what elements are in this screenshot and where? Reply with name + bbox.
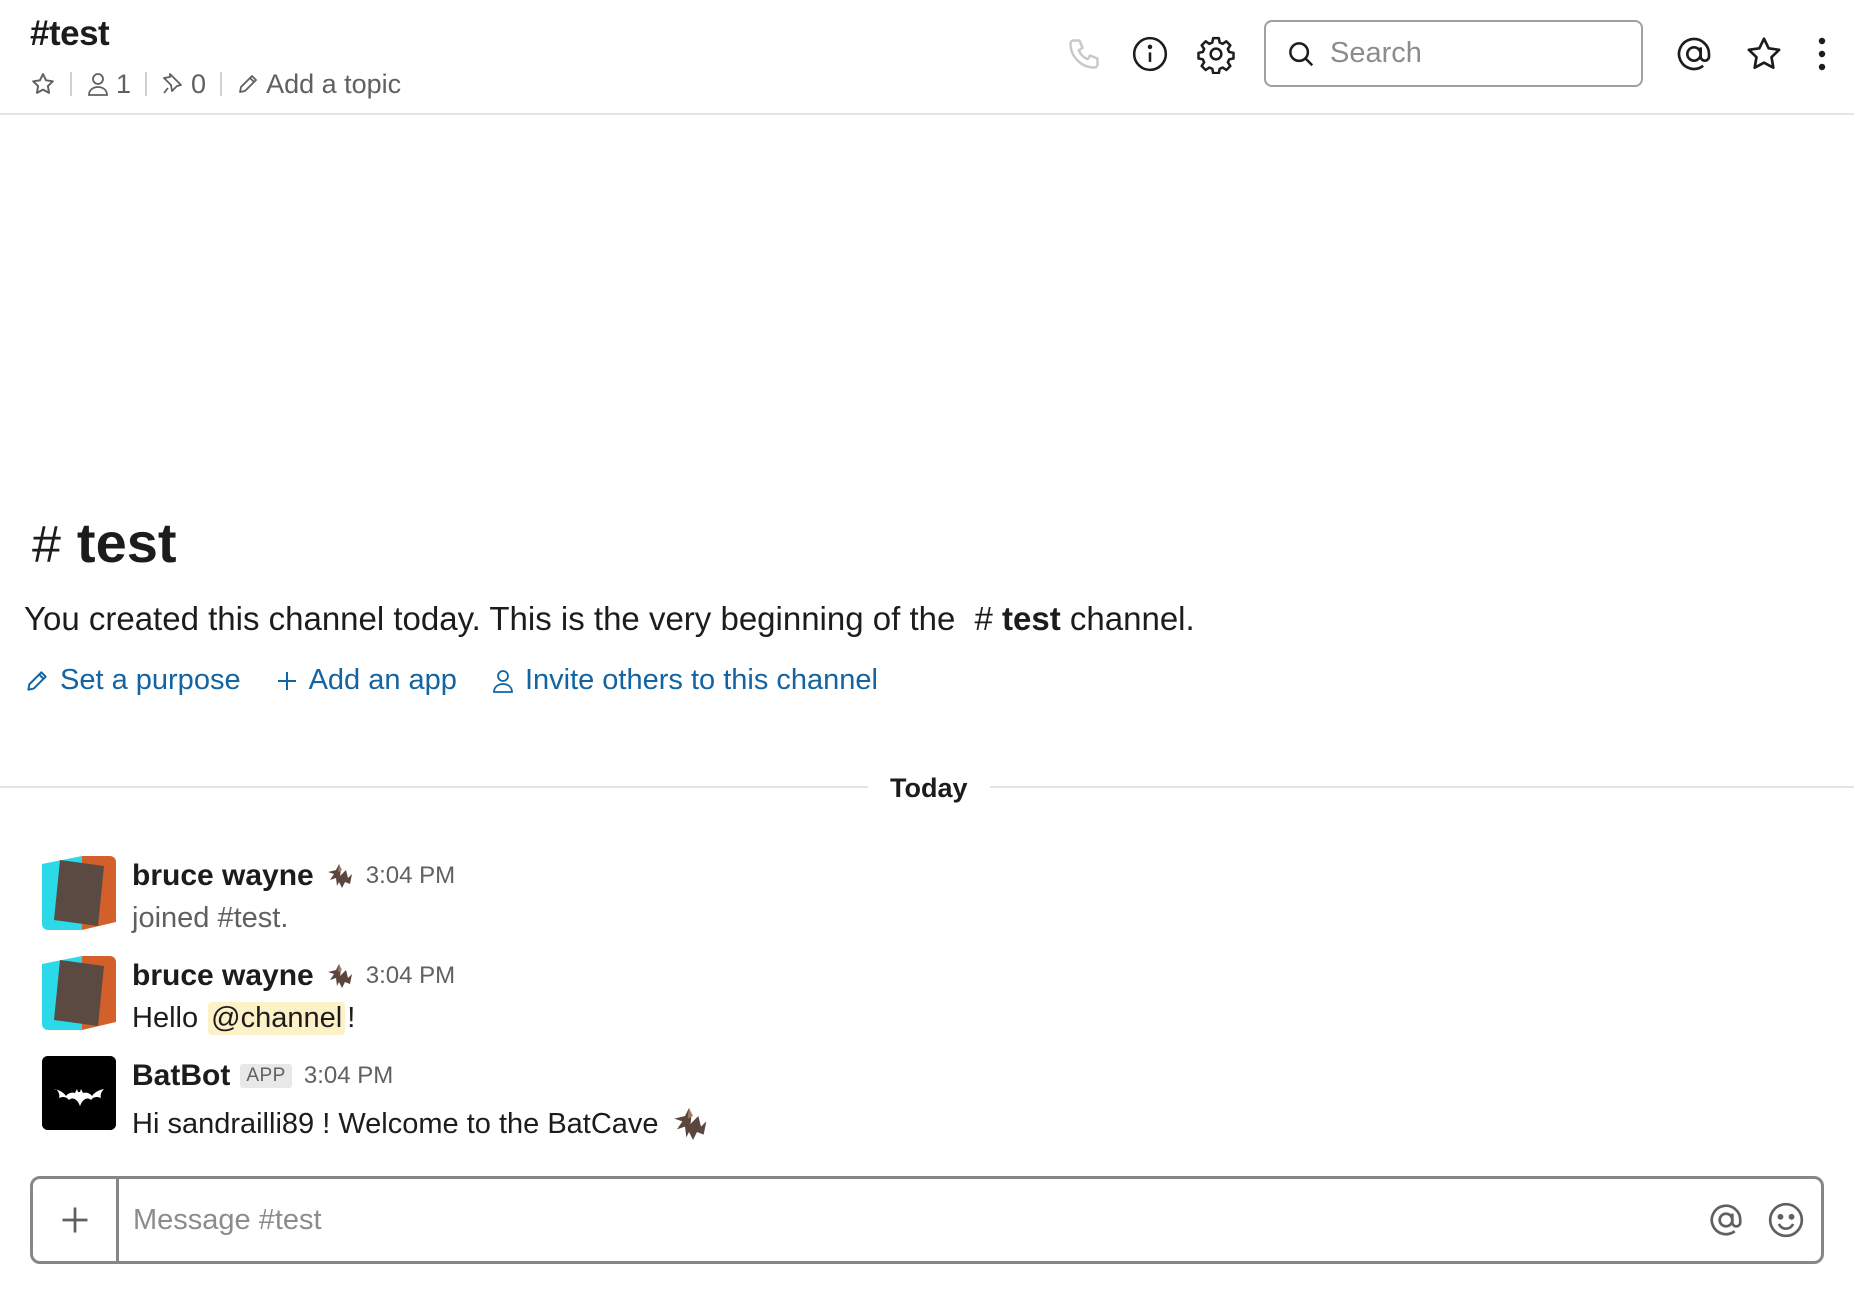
day-divider-label[interactable]: Today — [868, 768, 990, 808]
message-timestamp[interactable]: 3:04 PM — [366, 862, 455, 890]
avatar-image — [42, 956, 116, 1030]
channel-title[interactable]: #test — [30, 14, 110, 54]
message-text: Hi sandrailli89 ! Welcome to the BatCave — [132, 1102, 709, 1146]
channel-intro-name: test — [76, 511, 177, 574]
message-timestamp[interactable]: 3:04 PM — [304, 1062, 393, 1090]
more-options-button[interactable] — [1800, 32, 1844, 76]
pin-icon — [163, 73, 182, 94]
add-topic-label: Add a topic — [266, 68, 402, 99]
set-purpose-label: Set a purpose — [60, 664, 241, 696]
invite-others-label: Invite others to this channel — [524, 664, 878, 696]
message-content: Hi sandrailli89 ! Welcome to the BatCave — [132, 1107, 659, 1140]
search-box[interactable] — [1264, 20, 1643, 87]
phone-icon — [1069, 39, 1099, 69]
bat-logo-icon — [42, 1056, 116, 1130]
meta-divider — [70, 72, 72, 96]
plus-icon — [277, 671, 296, 690]
intro-sentence: You created this channel today. This is … — [24, 600, 956, 637]
attach-button[interactable] — [33, 1179, 119, 1261]
avatar[interactable] — [42, 956, 116, 1030]
star-icon — [1747, 37, 1781, 69]
emoji-button[interactable] — [1761, 1195, 1811, 1245]
search-input[interactable] — [1330, 37, 1630, 70]
sender-name[interactable]: bruce wayne — [132, 859, 314, 893]
message-header: bruce wayne 3:04 PM — [132, 856, 455, 896]
channel-intro-title: # test — [32, 510, 177, 575]
bat-icon — [324, 960, 354, 992]
info-icon — [1132, 36, 1168, 72]
person-icon — [493, 669, 513, 693]
avatar[interactable] — [42, 856, 116, 930]
at-sign-icon — [1677, 37, 1711, 71]
starred-items-button[interactable] — [1742, 32, 1786, 76]
intro-suffix: channel. — [1069, 600, 1195, 637]
meta-divider — [145, 72, 148, 96]
bat-icon — [669, 1102, 709, 1146]
message-suffix: ! — [347, 1002, 356, 1034]
invite-others-link[interactable]: Invite others to this channel — [491, 664, 878, 697]
pencil-icon — [239, 75, 257, 93]
avatar-image — [42, 856, 116, 930]
smiley-icon — [1768, 1202, 1804, 1238]
channel-ref-hash: # — [974, 600, 993, 637]
channel-meta: 1 0 Add a topic — [30, 66, 401, 102]
channel-mention[interactable]: @channel — [208, 1002, 346, 1035]
message-text: Hello @channel! — [132, 1002, 355, 1035]
message-composer — [30, 1176, 1824, 1264]
channel-intro-text: You created this channel today. This is … — [24, 600, 1195, 638]
member-count: 1 — [116, 68, 132, 99]
avatar[interactable] — [42, 1056, 116, 1130]
channel-header: #test 1 0 Add a topic — [0, 0, 1854, 115]
add-app-label: Add an app — [308, 664, 457, 696]
meta-divider — [220, 72, 223, 96]
person-icon — [88, 73, 108, 96]
pinned-count-button[interactable]: 0 — [161, 69, 206, 100]
member-count-button[interactable]: 1 — [86, 69, 131, 100]
call-button[interactable] — [1062, 32, 1106, 76]
message-timestamp[interactable]: 3:04 PM — [366, 962, 455, 990]
sender-name[interactable]: bruce wayne — [132, 959, 314, 993]
pencil-icon — [27, 670, 47, 691]
channel-hash: # — [32, 516, 61, 574]
add-app-link[interactable]: Add an app — [275, 664, 457, 697]
star-channel-button[interactable] — [30, 71, 56, 97]
mentions-button[interactable] — [1672, 32, 1716, 76]
message-header: BatBot APP 3:04 PM — [132, 1056, 393, 1096]
add-topic-button[interactable]: Add a topic — [236, 69, 401, 100]
at-sign-icon — [1710, 1204, 1742, 1236]
mention-button[interactable] — [1701, 1195, 1751, 1245]
channel-details-button[interactable] — [1128, 32, 1172, 76]
kebab-menu-icon — [1818, 37, 1826, 71]
channel-ref-name: test — [1002, 600, 1061, 637]
pinned-count: 0 — [191, 68, 207, 99]
app-badge: APP — [240, 1064, 292, 1088]
star-outline-icon — [32, 73, 54, 94]
channel-intro-actions: Set a purpose Add an app Invite others t… — [24, 664, 912, 697]
gear-icon — [1197, 36, 1235, 74]
channel-reference[interactable]: # test — [975, 600, 1061, 637]
message-text: joined #test. — [132, 902, 289, 934]
message-header: bruce wayne 3:04 PM — [132, 956, 455, 996]
message-prefix: Hello — [132, 1002, 199, 1034]
message-input[interactable] — [133, 1203, 1701, 1237]
channel-settings-button[interactable] — [1194, 32, 1238, 76]
set-purpose-link[interactable]: Set a purpose — [24, 664, 241, 697]
search-icon — [1289, 41, 1314, 66]
sender-name[interactable]: BatBot — [132, 1059, 230, 1093]
plus-icon — [62, 1207, 87, 1233]
bat-icon — [324, 860, 354, 892]
